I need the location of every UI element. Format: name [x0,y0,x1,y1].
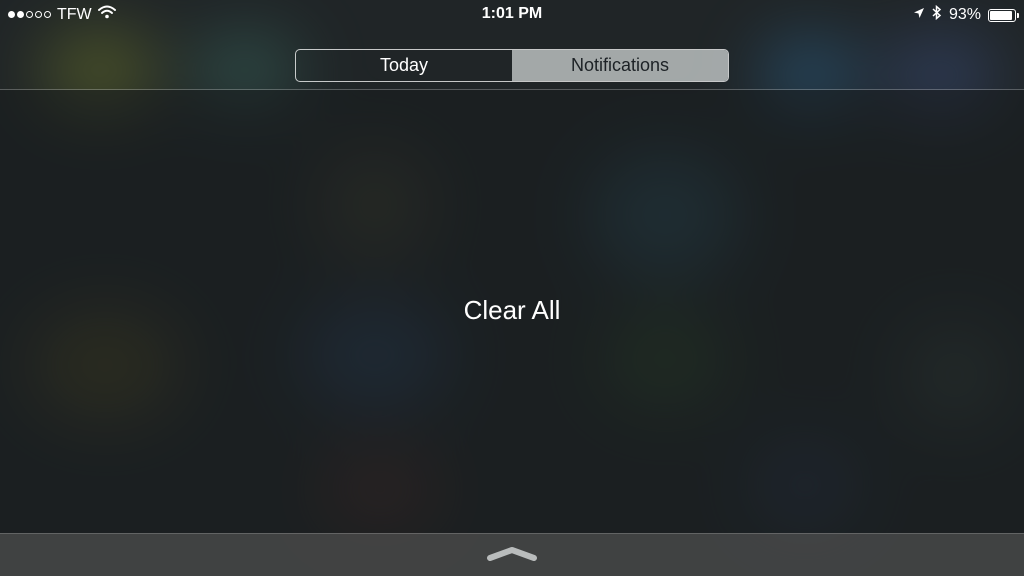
segmented-control: Today Notifications [295,49,729,82]
bottom-grabber-bar[interactable] [0,533,1024,576]
chevron-up-icon[interactable] [486,546,538,562]
tab-today[interactable]: Today [296,50,512,81]
location-arrow-icon [913,6,925,24]
status-time: 1:01 PM [481,5,543,22]
status-right: 93% [913,4,1019,25]
bluetooth-icon [932,4,942,25]
tab-notifications[interactable]: Notifications [512,50,728,81]
battery-icon [988,8,1019,22]
status-bar: TFW 1:01 PM 93% [0,0,1024,30]
notification-center-header: Today Notifications [0,30,1024,90]
battery-percent: 93% [948,6,981,23]
notification-center-screen: TFW 1:01 PM 93% Today Notifications Clea… [0,0,1024,576]
clear-all-button[interactable]: Clear All [0,295,1024,326]
notifications-panel: Clear All [0,90,1024,533]
